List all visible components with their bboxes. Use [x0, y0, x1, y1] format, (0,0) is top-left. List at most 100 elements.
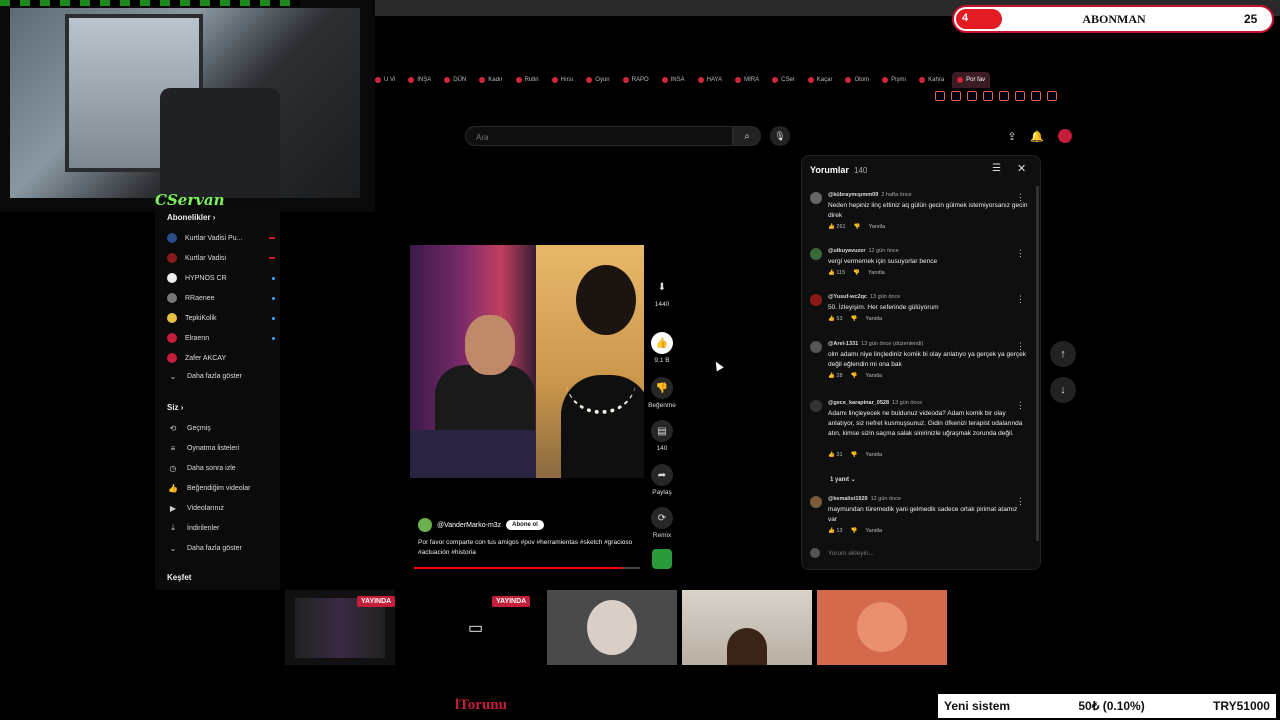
comment-author[interactable]: @Arel-1331 — [828, 341, 858, 347]
comment-avatar[interactable] — [810, 192, 822, 204]
browser-tab[interactable]: INSA — [657, 72, 690, 88]
thumbs-down-icon[interactable]: 👎 — [851, 452, 858, 458]
you-item[interactable]: ◷ Daha sonra izle — [167, 461, 275, 475]
channel-name[interactable]: @VanderMarko-m3z — [437, 522, 501, 529]
you-item[interactable]: ▶ Videolarınız — [167, 501, 275, 515]
browser-tab[interactable]: U Vi — [370, 72, 400, 88]
sound-thumbnail[interactable] — [652, 549, 672, 569]
more-icon[interactable]: ⋮ — [1016, 496, 1025, 507]
search-box[interactable] — [465, 126, 733, 146]
reply-button[interactable]: Yanıtla — [865, 373, 882, 379]
thumbs-down-icon[interactable]: 👎 — [851, 316, 858, 322]
subscribe-button[interactable]: Abone ol — [506, 520, 544, 530]
browser-tab[interactable]: Rutin — [511, 72, 544, 88]
menu-icon[interactable] — [1047, 91, 1057, 101]
comment-author[interactable]: @kemalist1929 — [828, 496, 868, 502]
comment-like-button[interactable]: 👍 261 — [828, 224, 846, 230]
previous-short-button[interactable]: ↑ — [1050, 341, 1076, 367]
subscription-item[interactable]: TepkiKolik — [167, 311, 275, 325]
thumbs-down-icon[interactable]: 👎 — [853, 270, 860, 276]
browser-tab[interactable]: RAPO — [618, 72, 654, 88]
thumbs-down-icon[interactable]: 👎 — [854, 224, 861, 230]
thumbs-down-icon[interactable]: 👎 — [851, 528, 858, 534]
download-action[interactable]: ⬇ 1440 — [648, 276, 676, 309]
comment-like-button[interactable]: 👍 31 — [828, 452, 843, 458]
thumbs-down-icon[interactable]: 👎 — [851, 373, 858, 379]
close-icon[interactable]: ✕ — [1017, 162, 1026, 175]
subscription-item[interactable]: Kurtlar Vadisi — [167, 251, 275, 265]
reply-button[interactable]: Yanıtla — [865, 452, 882, 458]
search-button[interactable]: ⌕ — [733, 126, 761, 146]
heart-icon[interactable] — [999, 91, 1009, 101]
more-icon[interactable]: ⋮ — [1016, 400, 1025, 411]
comment-avatar[interactable] — [810, 248, 822, 260]
browser-tab[interactable]: Otom — [840, 72, 874, 88]
extension-icon[interactable] — [951, 91, 961, 101]
reply-button[interactable]: Yanıtla — [865, 316, 882, 322]
comment-like-button[interactable]: 👍 28 — [828, 373, 843, 379]
subscription-item[interactable]: RRaenee — [167, 291, 275, 305]
download-icon[interactable] — [1031, 91, 1041, 101]
replies-toggle[interactable]: 1 yanıt ⌄ — [830, 476, 856, 483]
you-item[interactable]: ⤓ İndirilenler — [167, 521, 275, 535]
short-progress-bar[interactable] — [414, 567, 640, 569]
show-more-you[interactable]: ⌄ Daha fazla göster — [167, 541, 275, 555]
more-icon[interactable]: ⋮ — [1016, 341, 1025, 352]
more-icon[interactable]: ⋮ — [1016, 192, 1025, 203]
comment-like-button[interactable]: 👍 53 — [828, 316, 843, 322]
browser-tab[interactable]: DÜN — [439, 72, 471, 88]
comment-author[interactable]: @utkuyavuzer — [828, 248, 865, 254]
subscription-item[interactable]: Zafer AKCAY — [167, 351, 275, 365]
comments-button[interactable]: ▤ 140 — [648, 420, 676, 452]
next-short-button[interactable]: ↓ — [1050, 377, 1076, 403]
reply-button[interactable]: Yanıtla — [865, 528, 882, 534]
reply-button[interactable]: Yanıtla — [868, 270, 885, 276]
subscription-item[interactable]: Elraenn — [167, 331, 275, 345]
you-item[interactable]: ≡ Oynatma listeleri — [167, 441, 275, 455]
upload-button[interactable]: ⇪ — [1004, 128, 1020, 144]
account-avatar[interactable] — [1058, 129, 1072, 143]
subscription-item[interactable]: HYPNOS CR — [167, 271, 275, 285]
bookmark-icon[interactable] — [935, 91, 945, 101]
you-item[interactable]: 👍 Beğendiğim videolar — [167, 481, 275, 495]
browser-tab[interactable]: Kaçar — [803, 72, 838, 88]
browser-tab[interactable]: Pişmı — [877, 72, 911, 88]
browser-tab[interactable]: Oyun — [581, 72, 614, 88]
browser-tab[interactable]: MİRA — [730, 72, 764, 88]
browser-tab[interactable]: HAYA — [693, 72, 727, 88]
comments-scrollbar[interactable] — [1036, 186, 1039, 541]
comment-input[interactable]: Yorum ekleyin... — [810, 548, 1030, 558]
remix-button[interactable]: ⟳ Remix — [648, 507, 676, 539]
comment-author[interactable]: @gece_karapinar_0528 — [828, 400, 889, 406]
channel-avatar[interactable] — [418, 518, 432, 532]
dislike-button[interactable]: 👎 Beğenme — [648, 377, 676, 409]
share-button[interactable]: ➦ Paylaş — [648, 464, 676, 496]
comment-like-button[interactable]: 👍 13 — [828, 528, 843, 534]
browser-tab[interactable]: INŞA — [403, 72, 436, 88]
subscriptions-heading[interactable]: Abonelikler › — [167, 213, 215, 222]
you-item[interactable]: ⟲ Geçmiş — [167, 421, 275, 435]
star-icon[interactable] — [983, 91, 993, 101]
browser-tab[interactable]: Hırsı — [547, 72, 579, 88]
voice-search-button[interactable]: 🎙 — [770, 126, 790, 146]
comment-avatar[interactable] — [810, 341, 822, 353]
comment-avatar[interactable] — [810, 294, 822, 306]
more-icon[interactable]: ⋮ — [1016, 294, 1025, 305]
browser-tab[interactable]: Kahra — [914, 72, 949, 88]
short-video[interactable] — [410, 245, 644, 478]
browser-tab[interactable]: Kadır — [474, 72, 507, 88]
comment-like-button[interactable]: 👍 115 — [828, 270, 845, 276]
comment-author[interactable]: @kübraymışımm09 — [828, 192, 878, 198]
comment-avatar[interactable] — [810, 496, 822, 508]
reply-button[interactable]: Yanıtla — [868, 224, 885, 230]
comment-avatar[interactable] — [810, 400, 822, 412]
notifications-button[interactable]: 🔔 — [1029, 128, 1045, 144]
you-heading[interactable]: Siz › — [167, 403, 183, 412]
more-icon[interactable]: ⋮ — [1016, 248, 1025, 259]
comment-author[interactable]: @Yusuf-wc2qc — [828, 294, 867, 300]
like-button[interactable]: 👍 9,1 B — [648, 332, 676, 364]
show-more-subscriptions[interactable]: ⌄ Daha fazla göster — [167, 369, 275, 383]
subscription-item[interactable]: Kurtlar Vadisi Pu... — [167, 231, 275, 245]
search-input[interactable] — [474, 132, 728, 143]
sort-icon[interactable]: ☰ — [992, 163, 1001, 174]
